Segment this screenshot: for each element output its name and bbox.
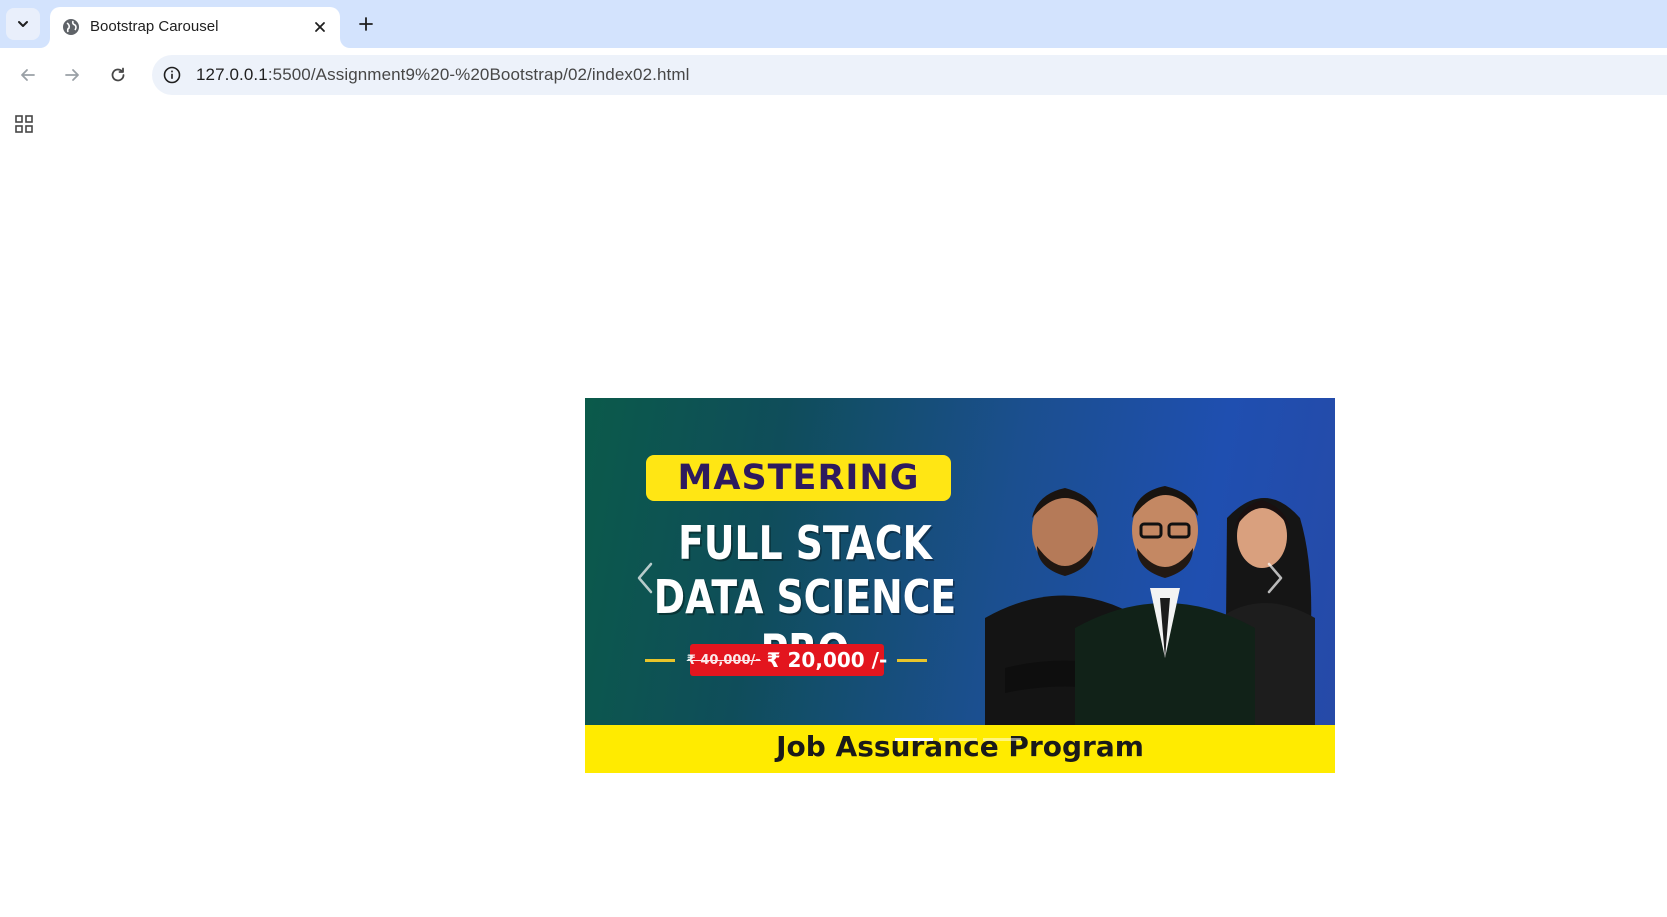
address-bar[interactable]: 127.0.0.1:5500/Assignment9%20-%20Bootstr… xyxy=(152,55,1667,95)
bookmarks-bar xyxy=(0,102,1667,146)
carousel-indicator-1[interactable] xyxy=(895,738,933,741)
apps-button[interactable] xyxy=(12,112,36,136)
chevron-down-icon xyxy=(18,21,28,27)
site-info-button[interactable] xyxy=(160,63,184,87)
chevron-right-icon xyxy=(1267,562,1283,594)
info-icon xyxy=(163,66,181,84)
price-old: ₹ 40,000/- xyxy=(686,652,761,668)
apps-grid-icon xyxy=(15,115,33,133)
arrow-right-icon xyxy=(65,69,79,81)
tab-title: Bootstrap Carousel xyxy=(90,18,219,35)
slide-footer-text: Job Assurance Program xyxy=(776,730,1144,763)
price-row: ₹ 40,000/- ₹ 20,000 /- xyxy=(645,644,945,676)
close-icon xyxy=(315,22,325,32)
toolbar: 127.0.0.1:5500/Assignment9%20-%20Bootstr… xyxy=(0,48,1667,102)
carousel-indicator-3[interactable] xyxy=(983,738,1021,741)
carousel-prev-button[interactable] xyxy=(625,548,665,608)
price-badge: ₹ 40,000/- ₹ 20,000 /- xyxy=(686,644,887,676)
price-divider-right xyxy=(897,659,927,662)
reload-icon xyxy=(111,67,125,82)
forward-button[interactable] xyxy=(57,60,87,90)
url-host: 127.0.0.1 xyxy=(196,65,268,84)
carousel-indicator-2[interactable] xyxy=(939,738,977,741)
tab-close-button[interactable] xyxy=(308,15,332,39)
url-path: :5500/Assignment9%20-%20Bootstrap/02/ind… xyxy=(267,65,690,84)
tab-active[interactable]: Bootstrap Carousel xyxy=(50,7,340,48)
chevron-left-icon xyxy=(637,562,653,594)
plus-icon xyxy=(359,17,373,31)
price-new: ₹ 20,000 /- xyxy=(766,648,888,672)
tab-search-button[interactable] xyxy=(6,8,40,40)
slide-badge: MASTERING xyxy=(646,455,951,501)
price-divider-left xyxy=(645,659,675,662)
tab-strip: Bootstrap Carousel xyxy=(0,0,1667,48)
carousel: MASTERING FULL STACK DATA SCIENCE PRO ₹ … xyxy=(585,398,1335,773)
carousel-next-button[interactable] xyxy=(1255,548,1295,608)
reload-button[interactable] xyxy=(103,60,133,90)
url-text: 127.0.0.1:5500/Assignment9%20-%20Bootstr… xyxy=(196,65,689,85)
slide-headline-line1: FULL STACK xyxy=(678,516,932,570)
carousel-indicators xyxy=(895,738,1021,742)
globe-icon xyxy=(63,19,79,35)
back-button[interactable] xyxy=(13,60,43,90)
arrow-left-icon xyxy=(21,69,35,81)
new-tab-button[interactable] xyxy=(352,10,380,38)
